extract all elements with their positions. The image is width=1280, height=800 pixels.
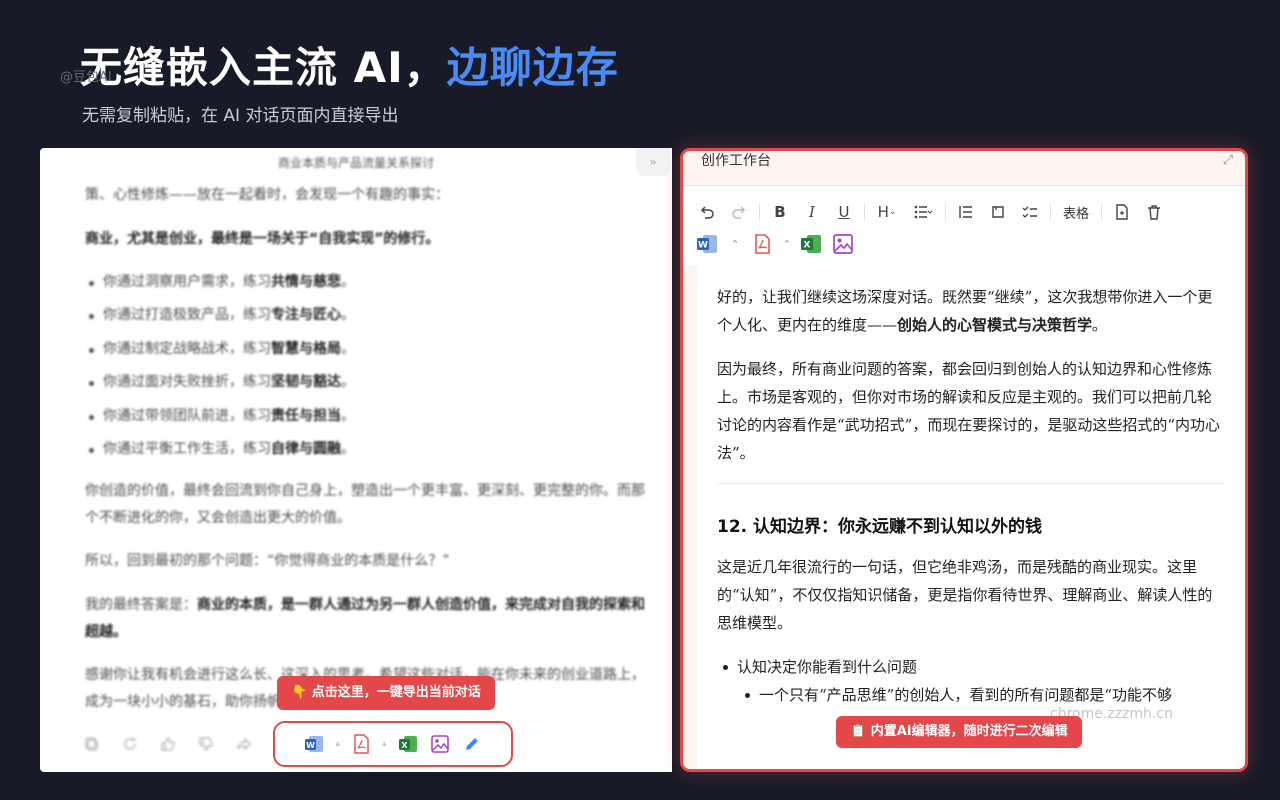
chat-para-2: 所以，回到最初的那个问题：“你觉得商业的本质是什么？”	[85, 553, 450, 569]
chat-list-item: 你通过带领团队前进，练习责任与担当。	[85, 400, 645, 433]
toolbar-divider	[759, 203, 760, 221]
pen-edit-icon[interactable]	[461, 733, 483, 755]
chat-para-3: 我的最终答案是：商业的本质，是一群人通过为另一群人创造价值，来完成对自我的探索和…	[85, 597, 645, 640]
toolbar-divider	[1050, 203, 1051, 221]
export-callout: 👇 点击这里，一键导出当前对话	[277, 676, 495, 710]
image-export-icon[interactable]	[827, 230, 859, 258]
doc-paragraph-2: 因为最终，所有商业问题的答案，都会回归到创始人的认知边界和心性修炼上。市场是客观…	[717, 360, 1221, 462]
chat-line-2: 商业，尤其是创业，最终是一场关于“自我实现”的修行。	[85, 231, 440, 247]
hero-title: 无缝嵌入主流 AI，边聊边存	[80, 34, 619, 95]
chat-list-item: 你通过面对失败挫折，练习坚韧与豁达。	[85, 366, 645, 399]
bold-icon[interactable]: B	[764, 198, 796, 226]
doc-paragraph-1: 好的，让我们继续这场深度对话。既然要“继续”，这次我想带你进入一个更个人化、更内…	[717, 288, 1213, 334]
toolbar-divider	[1101, 203, 1103, 221]
doc-paragraph-3: 这是近几年很流行的一句话，但它绝非鸡汤，而是残酷的商业现实。这里的“认知”，不仅…	[717, 558, 1213, 632]
block-insert-icon[interactable]	[982, 198, 1014, 226]
share-icon[interactable]	[234, 734, 254, 754]
chat-list: 你通过洞察用户需求，练习共情与慈悲。 你通过打造极致产品，练习专注与匠心。 你通…	[85, 266, 645, 466]
export-doc-icon[interactable]	[1106, 198, 1138, 226]
editor-callout: 📋 内置AI编辑器，随时进行二次编辑	[836, 716, 1082, 748]
toolbar-divider	[864, 203, 865, 221]
list-dropdown-icon[interactable]	[905, 198, 941, 226]
excel-export-icon[interactable]: X	[397, 733, 419, 755]
chat-list-item: 你通过洞察用户需求，练习共情与慈悲。	[85, 266, 645, 299]
thumbs-up-icon[interactable]	[158, 734, 178, 754]
svg-text:W: W	[307, 741, 316, 750]
chevron-up-icon[interactable]: ⌃	[779, 230, 795, 258]
svg-text:W: W	[698, 241, 708, 251]
expand-icon[interactable]: ⤢	[1217, 151, 1239, 173]
italic-icon[interactable]: I	[796, 198, 828, 226]
heading-dropdown-icon[interactable]: H ⌄	[869, 198, 905, 226]
image-export-icon[interactable]	[429, 733, 451, 755]
chat-list-item: 你通过打造极致产品，练习专注与匠心。	[85, 299, 645, 332]
trash-icon[interactable]	[1138, 198, 1170, 226]
collapse-panel-button[interactable]: »	[636, 148, 670, 176]
pdf-export-icon[interactable]	[747, 230, 779, 258]
svg-text:X: X	[804, 241, 811, 251]
toolbar-row-format: B I U H ⌄ 表格	[691, 196, 1237, 228]
chevron-up-icon[interactable]: ⌃	[723, 230, 747, 258]
word-export-icon[interactable]: W	[303, 733, 325, 755]
watermark-left: @豆包AI	[60, 70, 112, 85]
editor-title: 创作工作台	[701, 153, 771, 169]
thumbs-down-icon[interactable]	[196, 734, 216, 754]
editor-panel: 创作工作台 ⤢ B I U H ⌄ 表格 W ⌃ ⌃ X 好的，让我们继续这场深…	[680, 148, 1248, 772]
doc-divider	[717, 483, 1225, 484]
chat-list-item: 你通过平衡工作生活，练习自律与圆融。	[85, 433, 645, 466]
refresh-icon[interactable]	[120, 734, 140, 754]
underline-icon[interactable]: U	[828, 198, 860, 226]
toolbar-divider	[945, 203, 946, 221]
toolbar-row-export: W ⌃ ⌃ X	[691, 228, 1237, 260]
chat-line-1: 策、心性修炼——放在一起看时，会发现一个有趣的事实：	[85, 187, 449, 203]
editor-document[interactable]: 好的，让我们继续这场深度对话。既然要“继续”，这次我想带你进入一个更个人化、更内…	[697, 265, 1245, 769]
ordered-list-icon[interactable]	[950, 198, 982, 226]
excel-export-icon[interactable]: X	[795, 230, 827, 258]
checklist-icon[interactable]	[1014, 198, 1046, 226]
chat-list-item: 你通过制定战略战术，练习智慧与格局。	[85, 333, 645, 366]
table-button[interactable]: 表格	[1055, 203, 1097, 222]
hero-subtitle: 无需复制粘贴，在 AI 对话页面内直接导出	[82, 106, 399, 126]
doc-sublist-item: 一个只有“产品思维”的创始人，看到的所有问题都是“功能不够	[739, 681, 1225, 709]
editor-toolbar: B I U H ⌄ 表格 W ⌃ ⌃ X	[683, 185, 1245, 265]
doc-list-item: 认知决定你能看到什么问题	[717, 653, 1225, 681]
chat-para-1: 你创造的价值，最终会回流到你自己身上，塑造出一个更丰富、更深刻、更完整的你。而那…	[85, 483, 645, 526]
chat-title: 商业本质与产品流量关系探讨	[277, 156, 434, 170]
export-toolbar: W ▴ ▴ X	[273, 721, 513, 767]
doc-heading: 12. 认知边界：你永远赚不到认知以外的钱	[717, 517, 1043, 537]
undo-icon[interactable]	[691, 198, 723, 226]
hero-title-main: 无缝嵌入主流 AI，	[80, 43, 447, 92]
redo-icon[interactable]	[723, 198, 755, 226]
hero-title-accent: 边聊边存	[446, 43, 619, 92]
svg-text:X: X	[401, 741, 408, 750]
editor-header: 创作工作台 ⤢	[683, 151, 1245, 185]
word-export-icon[interactable]: W	[691, 230, 723, 258]
copy-icon[interactable]	[82, 734, 102, 754]
chevron-up-icon[interactable]: ▴	[382, 739, 387, 749]
chat-content: 商业本质与产品流量关系探讨 策、心性修炼——放在一起看时，会发现一个有趣的事实：…	[40, 148, 672, 751]
chat-actions	[82, 734, 254, 754]
chevron-up-icon[interactable]: ▴	[335, 739, 340, 749]
pdf-export-icon[interactable]	[350, 733, 372, 755]
